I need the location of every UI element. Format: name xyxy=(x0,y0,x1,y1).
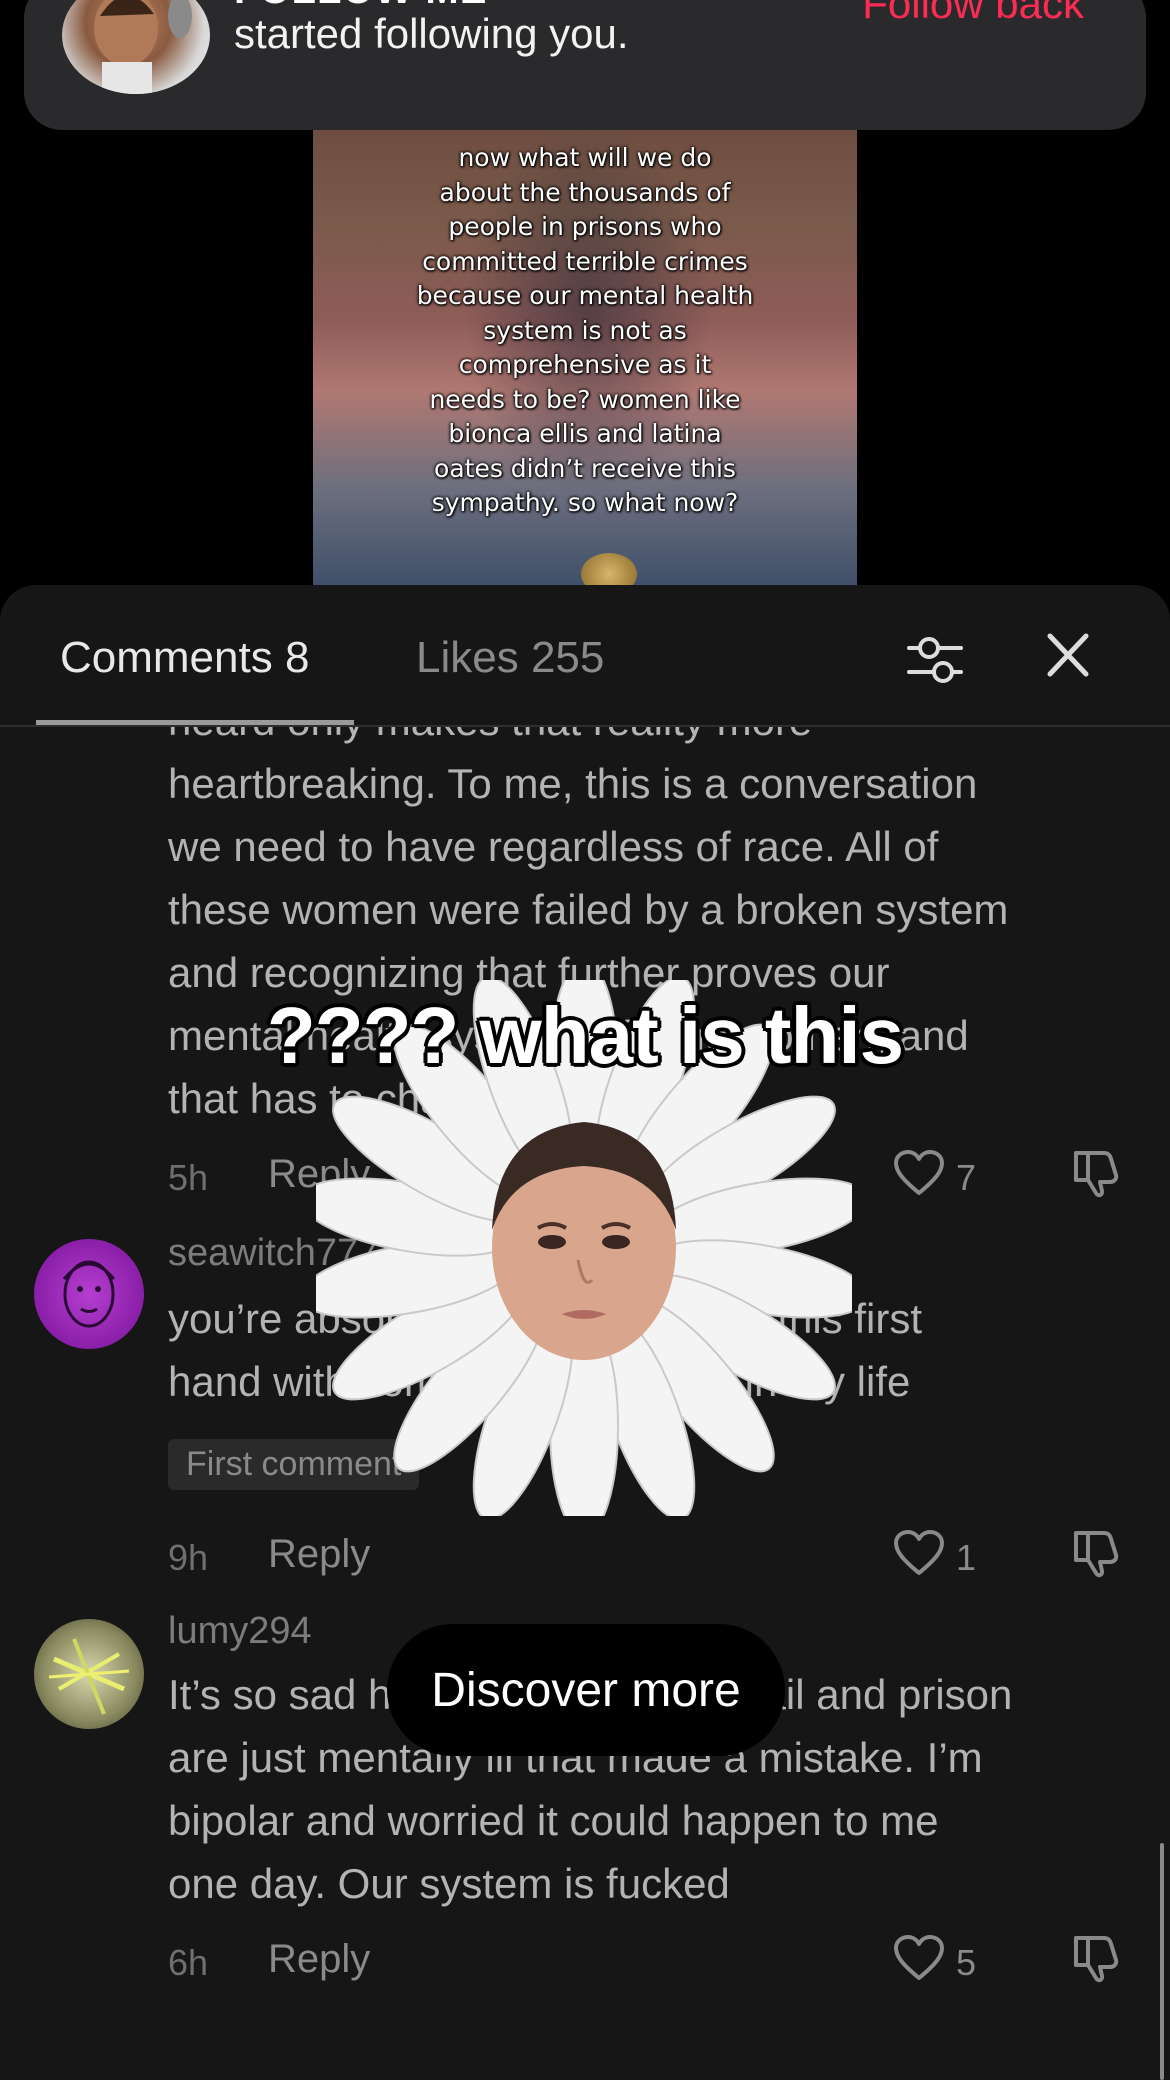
comment-timestamp: 9h xyxy=(168,1537,209,1578)
notification-avatar[interactable] xyxy=(62,0,210,94)
heart-icon[interactable] xyxy=(892,1934,946,1982)
like-count: 5 xyxy=(956,1942,977,1983)
follow-back-button[interactable]: Follow back xyxy=(862,0,1084,28)
dislike-icon[interactable] xyxy=(1068,1932,1124,1984)
follow-notification[interactable]: FOLLOW ME started following you. Follow … xyxy=(24,0,1146,130)
scrollbar[interactable] xyxy=(1160,1843,1164,2080)
commenter-avatar[interactable] xyxy=(34,1239,144,1349)
like-count: 1 xyxy=(956,1537,977,1578)
video-frame[interactable]: crimes while in psychosis. now what will… xyxy=(313,100,857,585)
notification-subtitle: started following you. xyxy=(234,10,629,57)
commenter-username[interactable]: lumy294 xyxy=(168,1610,312,1653)
close-icon[interactable] xyxy=(1044,630,1092,680)
commenter-avatar[interactable] xyxy=(34,1619,144,1729)
comment-text-line: heard only makes that reality more xyxy=(168,727,1128,752)
like-count: 7 xyxy=(956,1157,977,1198)
discover-more-button[interactable]: Discover more xyxy=(387,1624,785,1756)
dislike-icon[interactable] xyxy=(1068,1147,1124,1199)
comment-timestamp: 6h xyxy=(168,1942,209,1983)
dislike-icon[interactable] xyxy=(1068,1527,1124,1579)
comment-text-line: these women were failed by a broken syst… xyxy=(168,886,1009,933)
comment-text-line: one day. Our system is fucked xyxy=(168,1860,730,1907)
comment-text-line: bipolar and worried it could happen to m… xyxy=(168,1797,939,1844)
reply-button[interactable]: Reply xyxy=(268,1937,370,1982)
filter-sliders-icon[interactable] xyxy=(905,630,965,690)
tab-comments[interactable]: Comments 8 xyxy=(60,633,309,683)
comment-text-line: heartbreaking. To me, this is a conversa… xyxy=(168,760,978,807)
comment-text-line: we need to have regardless of race. All … xyxy=(168,823,939,870)
video-pendant-detail xyxy=(581,553,637,585)
overlay-caption: ???? what is this xyxy=(266,991,904,1080)
heart-icon[interactable] xyxy=(892,1149,946,1197)
comment-timestamp: 5h xyxy=(168,1157,209,1198)
tab-likes[interactable]: Likes 255 xyxy=(416,633,604,683)
video-caption: crimes while in psychosis. now what will… xyxy=(416,100,754,517)
heart-icon[interactable] xyxy=(892,1529,946,1577)
reply-button[interactable]: Reply xyxy=(268,1532,370,1577)
